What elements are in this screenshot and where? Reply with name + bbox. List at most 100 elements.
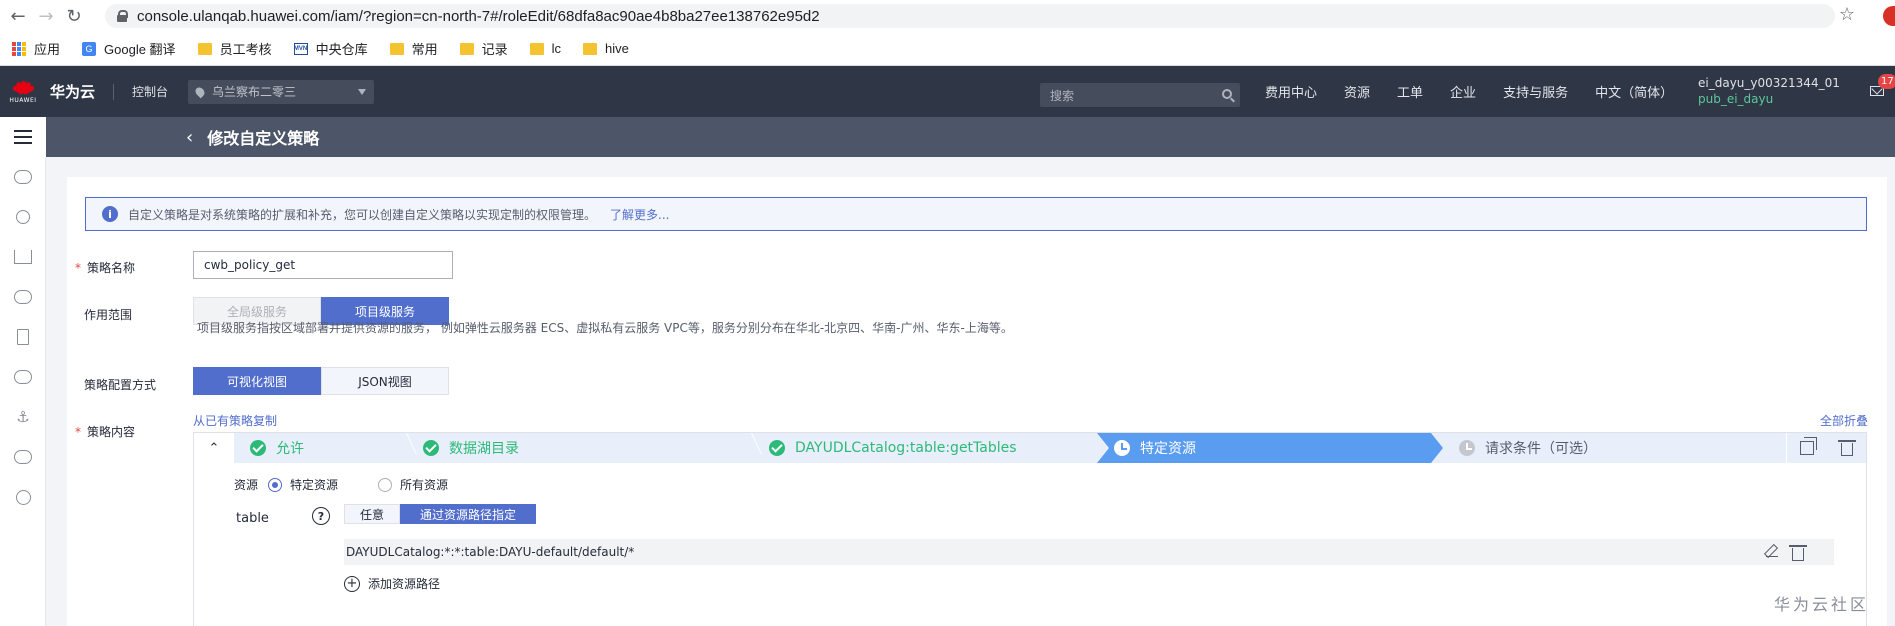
- ip-icon[interactable]: [0, 477, 46, 517]
- caret-down-icon: [358, 88, 367, 95]
- step-conditions[interactable]: 请求条件（可选）: [1459, 433, 1597, 463]
- chevron-up-icon[interactable]: ⌃: [194, 433, 234, 463]
- console-link[interactable]: 控制台: [132, 83, 168, 100]
- nav-link-enterprise[interactable]: 企业: [1450, 82, 1476, 101]
- policy-name-input[interactable]: cwb_policy_get: [193, 251, 453, 279]
- nav-link-resources[interactable]: 资源: [1344, 82, 1370, 101]
- network-icon[interactable]: [0, 237, 46, 277]
- nav-link-language[interactable]: 中文（简体）: [1595, 82, 1673, 101]
- bookmark-folder[interactable]: 常用: [389, 39, 438, 58]
- nav-link-support[interactable]: 支持与服务: [1503, 82, 1568, 101]
- learn-more-link[interactable]: 了解更多...: [610, 206, 669, 223]
- bookmark-folder[interactable]: 记录: [459, 39, 508, 58]
- bookmark-label: Google 翻译: [104, 42, 176, 57]
- main-content: i 自定义策略是对系统策略的扩展和补充，您可以创建自定义策略以实现定制的权限管理…: [46, 157, 1895, 626]
- scope-hint: 项目级服务指按区域部署并提供资源的服务， 例如弹性云服务器 ECS、虚拟私有云服…: [197, 321, 1013, 335]
- brand-name[interactable]: 华为云: [50, 81, 95, 102]
- address-bar[interactable]: console.ulanqab.huawei.com/iam/?region=c…: [105, 4, 1835, 28]
- bookmark-star-icon[interactable]: ☆: [1839, 4, 1855, 25]
- path-specify-button[interactable]: 通过资源路径指定: [400, 504, 536, 524]
- policy-form: i 自定义策略是对系统策略的扩展和补充，您可以创建自定义策略以实现定制的权限管理…: [67, 177, 1887, 626]
- anchor-icon[interactable]: ⚓: [0, 397, 46, 437]
- search-input[interactable]: 搜索: [1040, 83, 1240, 107]
- nav-link-billing[interactable]: 费用中心: [1265, 82, 1317, 101]
- search-icon[interactable]: [1222, 89, 1232, 99]
- step-label: 特定资源: [1140, 441, 1196, 457]
- url-text: console.ulanqab.huawei.com/iam/?region=c…: [137, 7, 820, 25]
- search-placeholder: 搜索: [1050, 88, 1075, 103]
- watermark: 华为云社区: [1774, 595, 1870, 614]
- storage-icon[interactable]: [0, 277, 46, 317]
- huawei-logo-icon[interactable]: HUAWEI: [0, 66, 46, 117]
- info-icon: i: [102, 206, 118, 222]
- step-resource[interactable]: 特定资源: [1114, 433, 1196, 463]
- reload-icon[interactable]: ↻: [60, 2, 88, 30]
- folder-icon: [459, 42, 474, 55]
- user-account: pub_ei_dayu: [1698, 92, 1774, 106]
- nav-link-tickets[interactable]: 工单: [1397, 82, 1423, 101]
- collapse-all-link[interactable]: 全部折叠: [1820, 412, 1868, 429]
- copy-from-policy-link[interactable]: 从已有策略复制: [193, 412, 277, 429]
- config-mode-toggle: 可视化视图 JSON视图: [193, 367, 449, 395]
- step-service[interactable]: 数据湖目录: [423, 433, 519, 463]
- header-links: 费用中心 资源 工单 企业 支持与服务 中文（简体）: [1265, 66, 1700, 117]
- bookmarks-bar: 应用 G Google 翻译 员工考核 MVN 中央仓库 常用 记录 lc hi…: [0, 32, 1895, 66]
- trash-icon[interactable]: [1789, 545, 1807, 561]
- menu-icon[interactable]: [0, 117, 46, 157]
- bookmark-label: 应用: [34, 42, 61, 57]
- back-arrow-icon[interactable]: ←: [4, 2, 32, 30]
- message-icon[interactable]: [0, 437, 46, 477]
- plus-circle-icon: +: [344, 575, 360, 592]
- resource-path-value: DAYUDLCatalog:*:*:table:DAYU-default/def…: [346, 545, 635, 559]
- json-view-button[interactable]: JSON视图: [321, 367, 449, 395]
- step-action[interactable]: DAYUDLCatalog:table:getTables: [769, 433, 1017, 463]
- edit-icon[interactable]: [1766, 545, 1778, 557]
- document-icon[interactable]: [0, 317, 46, 357]
- apps-grid-icon: [12, 41, 26, 56]
- mail-count-badge: 17: [1878, 74, 1895, 89]
- path-any-button[interactable]: 任意: [344, 504, 400, 524]
- cloud-sync-icon[interactable]: [0, 357, 46, 397]
- add-resource-path-button[interactable]: + 添加资源路径: [344, 575, 440, 592]
- clock-icon: [1114, 440, 1130, 456]
- resource-path-row: DAYUDLCatalog:*:*:table:DAYU-default/def…: [344, 539, 1834, 565]
- user-menu[interactable]: ei_dayu_y00321344_01 pub_ei_dayu: [1698, 75, 1840, 107]
- location-pin-icon: [193, 85, 207, 98]
- bookmark-label: 中央仓库: [315, 42, 368, 57]
- step-effect[interactable]: 允许: [250, 433, 304, 463]
- back-chevron-icon[interactable]: ‹: [186, 127, 193, 148]
- folder-icon: [529, 42, 544, 55]
- step-label: 允许: [276, 441, 304, 457]
- bookmark-folder[interactable]: 员工考核: [197, 39, 272, 58]
- add-path-label: 添加资源路径: [368, 577, 441, 591]
- logo-wordmark: HUAWEI: [9, 97, 37, 104]
- bookmark-label: lc: [551, 41, 562, 56]
- check-circle-icon: [769, 440, 785, 456]
- visual-view-button[interactable]: 可视化视图: [193, 367, 321, 395]
- bookmark-google-translate[interactable]: G Google 翻译: [82, 39, 176, 58]
- policy-content-label: * 策略内容: [75, 425, 136, 439]
- clock-icon: [1459, 440, 1475, 456]
- path-mode-toggle: 任意 通过资源路径指定: [344, 504, 536, 524]
- copy-icon[interactable]: [1800, 437, 1818, 455]
- cluster-icon[interactable]: [0, 197, 46, 237]
- trash-icon[interactable]: [1837, 440, 1856, 456]
- bookmark-maven[interactable]: MVN 中央仓库: [293, 39, 368, 58]
- policy-statement: ⌃ 允许 数据湖目录 DAYUDLCatalog:table:getTables: [193, 432, 1867, 626]
- lock-icon: [117, 10, 128, 22]
- cloud-icon[interactable]: [0, 157, 46, 197]
- step-label: DAYUDLCatalog:table:getTables: [795, 440, 1017, 456]
- forward-arrow-icon[interactable]: →: [32, 2, 60, 30]
- bookmark-apps[interactable]: 应用: [12, 39, 60, 58]
- policy-name-label: * 策略名称: [75, 261, 136, 275]
- bookmark-folder[interactable]: hive: [583, 41, 629, 56]
- bookmark-folder[interactable]: lc: [529, 41, 562, 56]
- radio-specific[interactable]: [268, 477, 283, 492]
- region-select[interactable]: 乌兰察布二零三: [188, 79, 375, 104]
- user-id: ei_dayu_y00321344_01: [1698, 76, 1840, 90]
- info-banner: i 自定义策略是对系统策略的扩展和补充，您可以创建自定义策略以实现定制的权限管理…: [85, 197, 1867, 231]
- step-label: 数据湖目录: [449, 441, 519, 457]
- resource-scope: 资源 特定资源 所有资源: [234, 476, 448, 493]
- radio-all[interactable]: [378, 477, 393, 492]
- help-icon[interactable]: ?: [312, 507, 330, 525]
